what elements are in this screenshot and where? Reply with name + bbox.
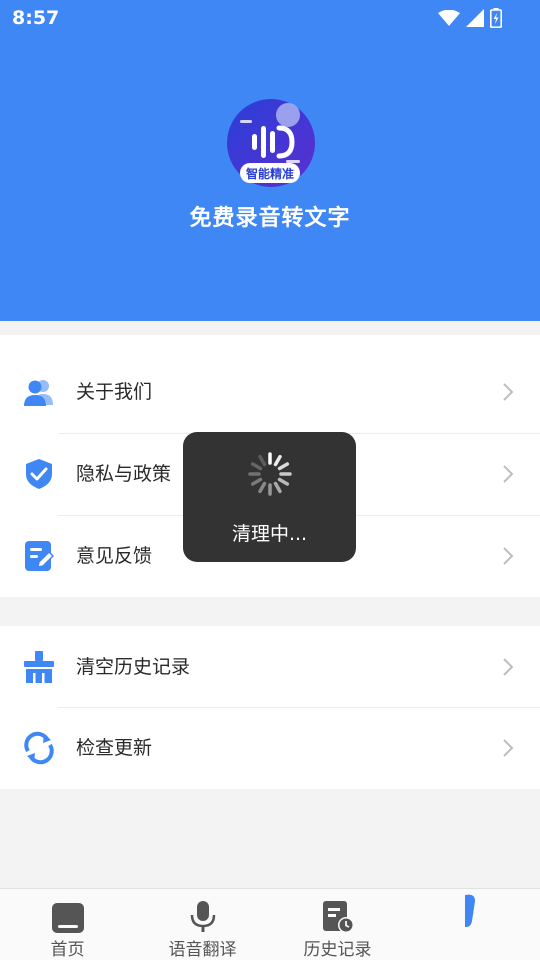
spinner-icon — [248, 452, 292, 496]
battery-icon — [490, 8, 502, 28]
nav-label: 首页 — [50, 940, 85, 960]
profile-icon — [464, 894, 475, 927]
microphone-icon — [190, 901, 215, 932]
menu-item-label: 意见反馈 — [76, 545, 153, 567]
menu-card-secondary: 清空历史记录 检查更新 — [0, 626, 540, 789]
menu-item-clear-history[interactable]: 清空历史记录 — [0, 626, 540, 708]
chevron-right-icon — [503, 739, 514, 757]
nav-tab-profile[interactable] — [405, 889, 540, 960]
chevron-right-icon — [503, 658, 514, 676]
broom-icon — [24, 651, 54, 683]
nav-tab-history[interactable]: 历史记录 — [270, 889, 405, 960]
status-time: 8:57 — [12, 7, 60, 29]
header: 8:57 智能精准 免费录音转文字 — [0, 0, 540, 321]
menu-item-label: 隐私与政策 — [76, 463, 172, 485]
edit-note-icon — [25, 541, 55, 571]
bottom-nav: 首页 语音翻译 历史记录 — [0, 888, 540, 960]
chevron-right-icon — [503, 547, 514, 565]
chevron-right-icon — [503, 383, 514, 401]
toast-text: 清理中... — [231, 523, 308, 545]
signal-icon — [466, 9, 484, 27]
loading-toast: 清理中... — [183, 432, 356, 562]
users-icon — [24, 380, 53, 406]
nav-label: 历史记录 — [303, 940, 372, 960]
app-logo: 智能精准 — [226, 98, 316, 188]
status-icons — [438, 8, 502, 28]
menu-item-about-us[interactable]: 关于我们 — [0, 351, 540, 433]
menu-item-label: 清空历史记录 — [76, 656, 191, 678]
settings-screen: 8:57 智能精准 免费录音转文字 关于我们 隐私与政策 意见反馈 清空历史记录… — [0, 0, 540, 960]
svg-text:智能精准: 智能精准 — [245, 166, 294, 181]
shield-check-icon — [26, 459, 52, 489]
chevron-right-icon — [503, 465, 514, 483]
wifi-icon — [438, 10, 460, 26]
refresh-icon — [24, 731, 54, 765]
home-icon — [51, 903, 84, 933]
nav-tab-voice-translate[interactable]: 语音翻译 — [135, 889, 270, 960]
history-icon — [322, 901, 354, 933]
app-title: 免费录音转文字 — [189, 206, 351, 231]
menu-item-check-update[interactable]: 检查更新 — [0, 707, 540, 789]
menu-item-label: 检查更新 — [76, 737, 153, 759]
status-bar: 8:57 — [0, 0, 540, 36]
menu-item-label: 关于我们 — [76, 381, 153, 403]
nav-label: 语音翻译 — [168, 940, 237, 960]
nav-tab-home[interactable]: 首页 — [0, 889, 135, 960]
